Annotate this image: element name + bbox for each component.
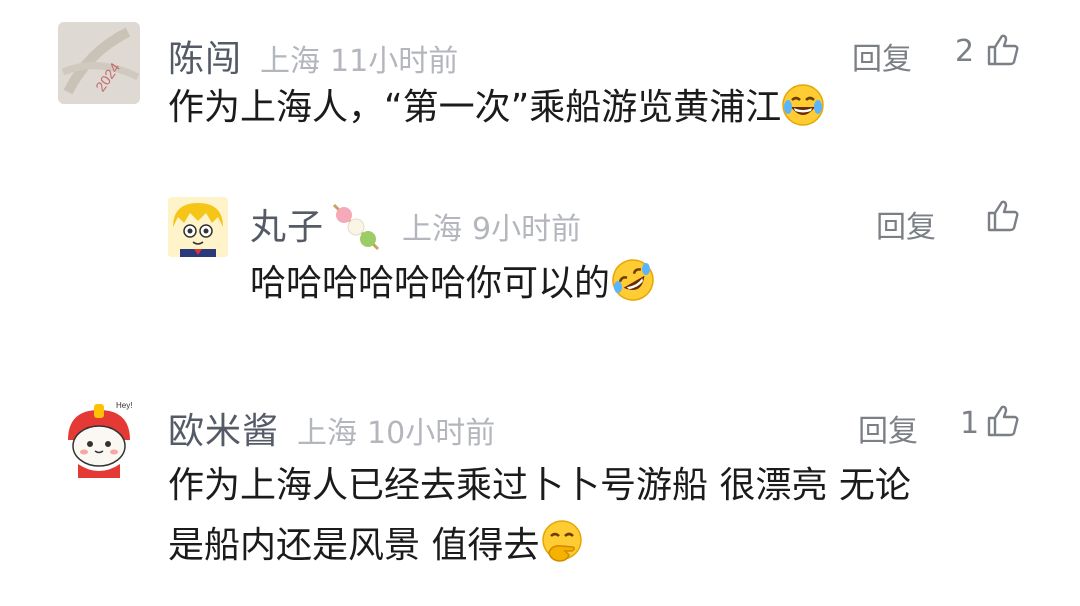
- author-name[interactable]: 陈闯: [168, 39, 242, 80]
- thumbs-up-icon[interactable]: [985, 32, 1021, 68]
- author-name[interactable]: 欧米酱: [168, 411, 279, 452]
- comment-text-content: 哈哈哈哈哈哈你可以的: [250, 263, 611, 304]
- reply-button[interactable]: 回复: [852, 34, 912, 78]
- comment-text: 作为上海人，“第一次”乘船游览黄浦江: [168, 80, 825, 144]
- reply-button[interactable]: 回复: [876, 202, 936, 246]
- comment-text: 哈哈哈哈哈哈你可以的: [250, 256, 656, 320]
- comment-meta: 陈闯 上海 11小时前: [168, 30, 458, 82]
- comment-text-content: 作为上海人，“第一次”乘船游览黄浦江: [168, 87, 782, 128]
- comment-text: 作为上海人已经去乘过卜卜号游船 很漂亮 无论: [168, 458, 911, 514]
- dango-icon: [328, 201, 384, 257]
- comment-text: 是船内还是风景 值得去: [168, 518, 585, 582]
- location: 上海: [260, 44, 321, 79]
- timestamp: 9小时前: [472, 212, 582, 247]
- avatar[interactable]: Hey!: [58, 396, 140, 478]
- reply-button[interactable]: 回复: [858, 406, 918, 450]
- rofl-emoji-icon: [610, 257, 656, 320]
- thinking-hand-over-mouth-emoji-icon: [539, 519, 585, 582]
- author-name[interactable]: 丸子: [250, 207, 324, 248]
- location: 上海: [402, 212, 463, 247]
- like-count: 2: [955, 34, 975, 69]
- comment-text-line: 作为上海人已经去乘过卜卜号游船 很漂亮 无论: [168, 465, 911, 506]
- avatar[interactable]: 2024: [58, 22, 140, 104]
- location: 上海: [297, 416, 358, 451]
- svg-text:Hey!: Hey!: [116, 401, 132, 410]
- like-count: 1: [960, 406, 980, 441]
- laughing-tears-emoji-icon: [781, 83, 825, 144]
- timestamp: 11小时前: [330, 44, 459, 79]
- thumbs-up-icon[interactable]: [985, 403, 1021, 439]
- comment-text-line: 是船内还是风景 值得去: [168, 525, 540, 566]
- timestamp: 10小时前: [367, 416, 496, 451]
- comment-meta: 丸子 上海 9小时前: [250, 198, 581, 257]
- comment-meta: 欧米酱 上海 10小时前: [168, 402, 495, 454]
- thumbs-up-icon[interactable]: [985, 198, 1021, 234]
- avatar[interactable]: [168, 197, 228, 257]
